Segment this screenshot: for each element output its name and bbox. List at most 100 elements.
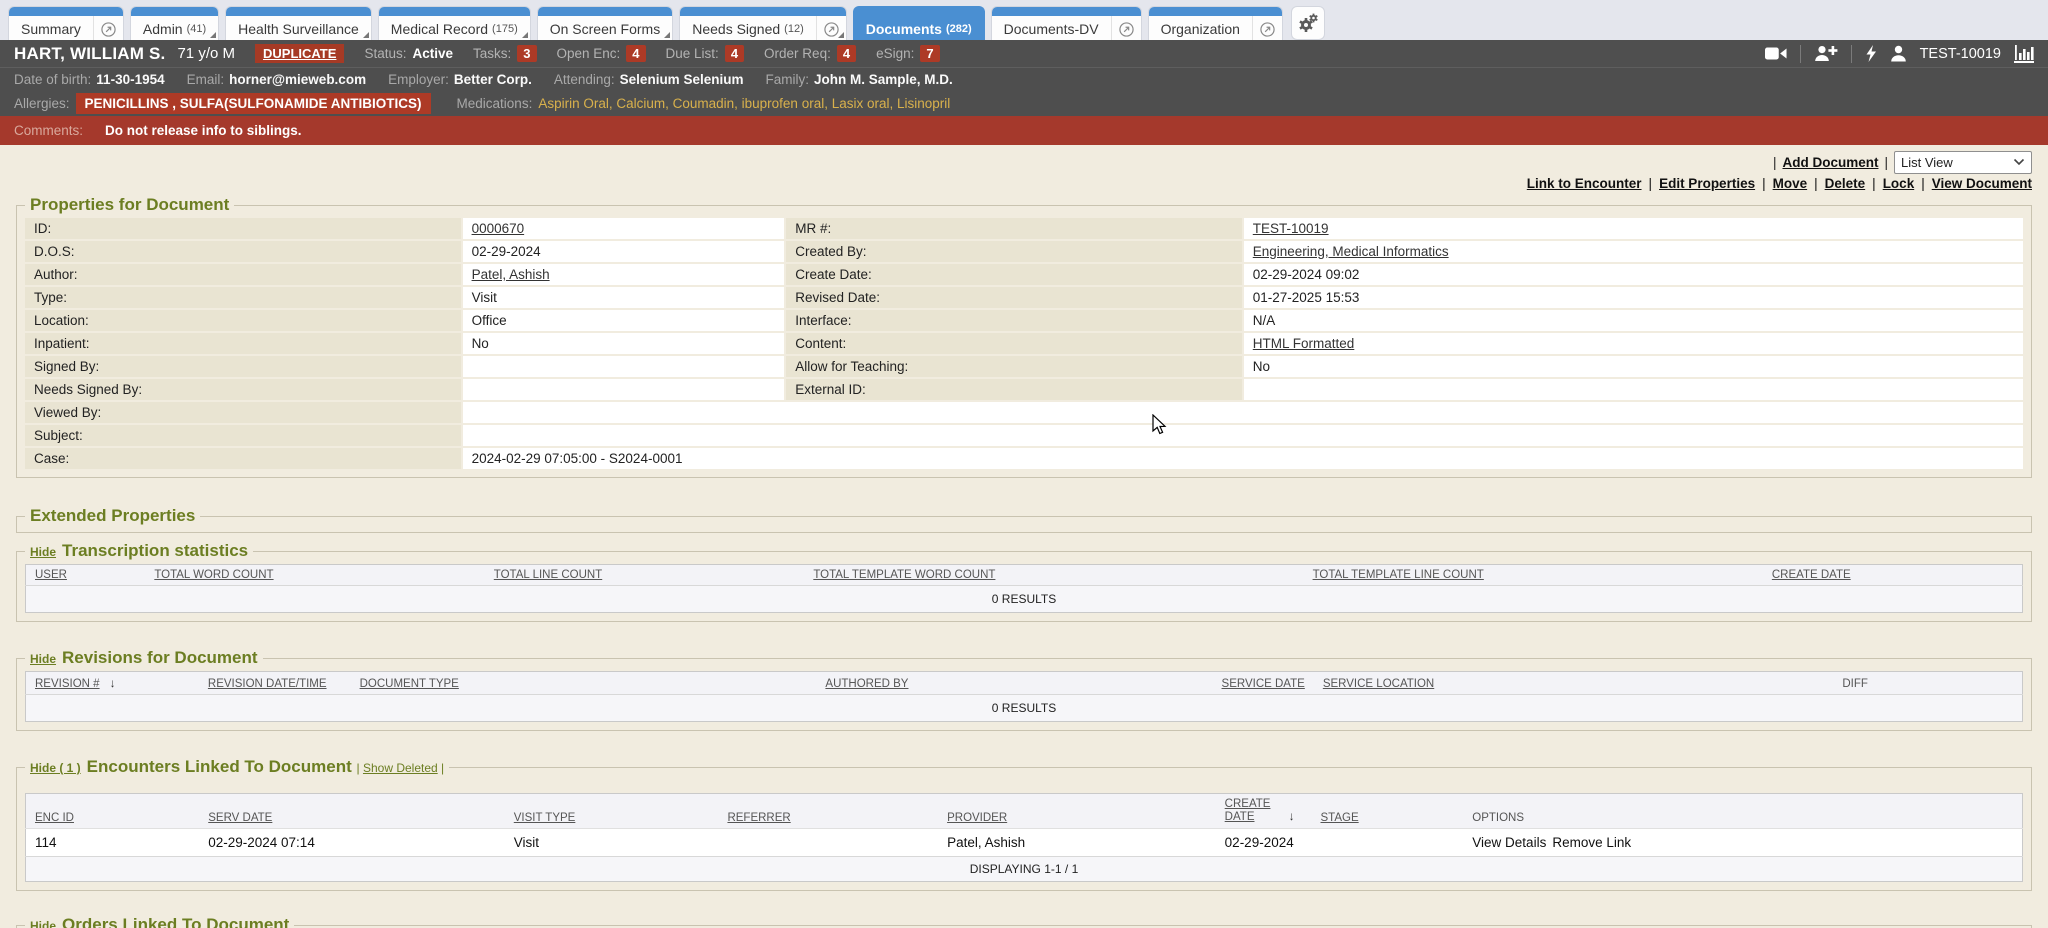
prop-value-created-by: Engineering, Medical Informatics (1244, 241, 2023, 262)
sort-enc-create-date[interactable]: CREATE DATE (1225, 798, 1279, 824)
transcription-statistics-title: Transcription statistics (62, 541, 248, 560)
enc-id-cell: 114 (26, 829, 200, 857)
view-mode-select[interactable]: List View (1894, 151, 2032, 174)
encounters-pagination-row: DISPLAYING 1-1 / 1 (26, 857, 2023, 882)
revisions-table: REVISION #↓ REVISION DATE/TIME DOCUMENT … (25, 671, 2023, 722)
add-document-link[interactable]: Add Document (1782, 155, 1878, 170)
sort-create-date[interactable]: CREATE DATE (1772, 569, 1851, 581)
sort-descending-icon: ↓ (1289, 809, 1295, 823)
sort-total-template-line-count[interactable]: TOTAL TEMPLATE LINE COUNT (1313, 569, 1484, 581)
created-by-link[interactable]: Engineering, Medical Informatics (1253, 244, 1449, 259)
medications-list[interactable]: Aspirin Oral, Calcium, Coumadin, ibuprof… (538, 96, 950, 111)
properties-grid: ID: 0000670 MR #: TEST-10019 D.O.S: 02-2… (25, 218, 2023, 469)
show-deleted-wrap: | Show Deleted | (357, 761, 445, 775)
quick-action-lightning-icon[interactable] (1865, 45, 1877, 62)
prop-label: Subject: (25, 425, 461, 446)
esign-count-badge[interactable]: 7 (920, 45, 939, 62)
sort-user[interactable]: USER (35, 569, 67, 581)
orders-title: Orders Linked To Document (62, 915, 289, 928)
tab-medical-record-label: Medical Record (391, 21, 488, 37)
sort-document-type[interactable]: DOCUMENT TYPE (360, 678, 459, 690)
prop-label: Needs Signed By: (25, 379, 461, 400)
show-deleted-link[interactable]: Show Deleted (363, 761, 438, 775)
prop-value-case: 2024-02-29 07:05:00 - S2024-0001 (463, 448, 2023, 469)
sort-authored-by[interactable]: AUTHORED BY (825, 678, 908, 690)
sort-visit-type[interactable]: VISIT TYPE (514, 812, 576, 824)
sort-stage[interactable]: STAGE (1321, 812, 1359, 824)
allergy-alert-badge[interactable]: PENICILLINS , SULFA(SULFONAMIDE ANTIBIOT… (76, 93, 431, 114)
options-cell: View Details Remove Link (1463, 829, 2022, 857)
col-referrer: REFERRER (718, 794, 938, 829)
sort-service-location[interactable]: SERVICE LOCATION (1323, 678, 1434, 690)
dob-label: Date of birth: (14, 72, 91, 87)
hide-encounters-link[interactable]: Hide ( 1 ) (30, 761, 81, 775)
content-format-link[interactable]: HTML Formatted (1253, 336, 1355, 351)
encounters-title: Encounters Linked To Document (87, 757, 352, 776)
sort-revision-number[interactable]: REVISION # (35, 678, 100, 690)
due-list-count-badge[interactable]: 4 (725, 45, 744, 62)
edit-properties-link[interactable]: Edit Properties (1659, 176, 1755, 191)
tasks-count-badge[interactable]: 3 (517, 45, 536, 62)
hide-transcription-link[interactable]: Hide (30, 545, 56, 559)
document-action-links: Link to Encounter | Edit Properties | Mo… (16, 173, 2032, 193)
properties-for-document-section: Properties for Document ID: 0000670 MR #… (16, 195, 2032, 478)
move-link[interactable]: Move (1773, 176, 1808, 191)
popout-icon (1119, 22, 1134, 37)
view-document-link[interactable]: View Document (1932, 176, 2032, 191)
duplicate-flag-badge[interactable]: DUPLICATE (255, 44, 344, 63)
dob-field: Date of birth:11-30-1954 (14, 72, 165, 87)
flowsheet-chart-button[interactable] (2014, 45, 2034, 63)
prop-label: D.O.S: (25, 241, 461, 262)
sort-enc-id[interactable]: ENC ID (35, 812, 74, 824)
sort-revision-datetime[interactable]: REVISION DATE/TIME (208, 678, 327, 690)
tab-documents[interactable]: Documents(282) (854, 7, 984, 40)
module-tabbar: Summary Admin(41) Health Surveillance Me… (0, 0, 2048, 40)
tab-accent-strip (131, 7, 218, 16)
transcription-header-row: USER TOTAL WORD COUNT TOTAL LINE COUNT T… (26, 565, 2023, 586)
mr-number-link[interactable]: TEST-10019 (1253, 221, 1329, 236)
tab-settings-button[interactable] (1291, 6, 1325, 40)
due-list-counter: Due List:4 (666, 45, 745, 62)
document-id-link[interactable]: 0000670 (472, 221, 525, 236)
sort-total-line-count[interactable]: TOTAL LINE COUNT (494, 569, 602, 581)
patient-icon[interactable] (1890, 45, 1907, 62)
allergies-medications-bar: Allergies: PENICILLINS , SULFA(SULFONAMI… (0, 90, 2048, 116)
sort-provider[interactable]: PROVIDER (947, 812, 1007, 824)
remove-link-link[interactable]: Remove Link (1552, 835, 1631, 850)
view-details-link[interactable]: View Details (1472, 835, 1546, 850)
employer-field: Employer:Better Corp. (388, 72, 532, 87)
tab-accent-strip (538, 7, 672, 16)
prop-value-mr: TEST-10019 (1244, 218, 2023, 239)
sort-referrer[interactable]: REFERRER (727, 812, 790, 824)
provider-cell: Patel, Ashish (938, 829, 1216, 857)
divider (1851, 45, 1852, 63)
encounter-row[interactable]: 114 02-29-2024 07:14 Visit Patel, Ashish… (26, 829, 2023, 857)
visit-type-cell: Visit (505, 829, 719, 857)
prop-value-needs-signed-by (463, 379, 785, 400)
author-link[interactable]: Patel, Ashish (472, 267, 550, 282)
sort-total-template-word-count[interactable]: TOTAL TEMPLATE WORD COUNT (813, 569, 995, 581)
sort-service-date[interactable]: SERVICE DATE (1222, 678, 1305, 690)
popout-icon (824, 22, 839, 37)
video-visit-icon[interactable] (1765, 46, 1787, 61)
tab-accent-strip (680, 7, 846, 16)
col-revision-datetime: REVISION DATE/TIME (199, 672, 351, 695)
lock-link[interactable]: Lock (1883, 176, 1915, 191)
serv-date-cell: 02-29-2024 07:14 (199, 829, 505, 857)
hide-orders-link[interactable]: Hide (30, 919, 56, 928)
link-to-encounter-link[interactable]: Link to Encounter (1527, 176, 1642, 191)
add-person-icon[interactable] (1814, 45, 1838, 62)
prop-label: Allow for Teaching: (786, 356, 1242, 377)
tab-accent-strip (379, 7, 530, 16)
open-enc-count-badge[interactable]: 4 (626, 45, 645, 62)
sort-total-word-count[interactable]: TOTAL WORD COUNT (154, 569, 273, 581)
sort-serv-date[interactable]: SERV DATE (208, 812, 272, 824)
popout-icon (1260, 22, 1275, 37)
tab-medical-record-count: (175) (492, 23, 518, 35)
delete-link[interactable]: Delete (1825, 176, 1866, 191)
orders-legend: Hide Orders Linked To Document (25, 915, 294, 928)
order-req-count-badge[interactable]: 4 (837, 45, 856, 62)
prop-label: External ID: (786, 379, 1242, 400)
col-service-location: SERVICE LOCATION (1314, 672, 1834, 695)
hide-revisions-link[interactable]: Hide (30, 652, 56, 666)
